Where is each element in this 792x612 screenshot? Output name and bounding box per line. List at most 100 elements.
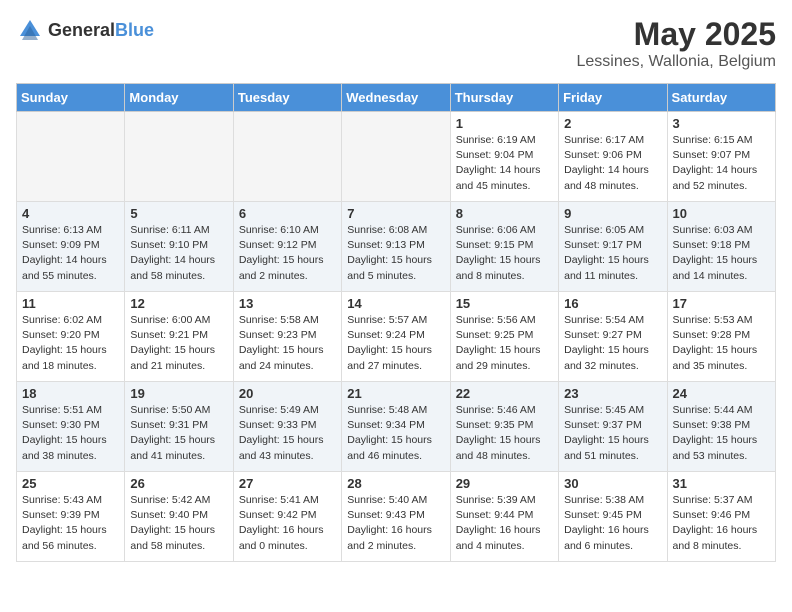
day-number: 17 bbox=[673, 296, 770, 311]
day-info: Sunrise: 5:40 AM Sunset: 9:43 PM Dayligh… bbox=[347, 493, 444, 554]
day-number: 7 bbox=[347, 206, 444, 221]
day-info: Sunrise: 6:00 AM Sunset: 9:21 PM Dayligh… bbox=[130, 313, 227, 374]
day-info: Sunrise: 5:48 AM Sunset: 9:34 PM Dayligh… bbox=[347, 403, 444, 464]
calendar-cell: 7 Sunrise: 6:08 AM Sunset: 9:13 PM Daylig… bbox=[342, 202, 450, 292]
calendar-cell: 29 Sunrise: 5:39 AM Sunset: 9:44 PM Dayli… bbox=[450, 472, 558, 562]
title-block: May 2025 Lessines, Wallonia, Belgium bbox=[577, 16, 777, 71]
calendar-cell: 2 Sunrise: 6:17 AM Sunset: 9:06 PM Daylig… bbox=[559, 112, 667, 202]
day-info: Sunrise: 6:19 AM Sunset: 9:04 PM Dayligh… bbox=[456, 133, 553, 194]
day-number: 31 bbox=[673, 476, 770, 491]
day-number: 26 bbox=[130, 476, 227, 491]
day-info: Sunrise: 5:57 AM Sunset: 9:24 PM Dayligh… bbox=[347, 313, 444, 374]
calendar-cell: 17 Sunrise: 5:53 AM Sunset: 9:28 PM Dayli… bbox=[667, 292, 775, 382]
day-info: Sunrise: 6:13 AM Sunset: 9:09 PM Dayligh… bbox=[22, 223, 119, 284]
main-title: May 2025 bbox=[577, 16, 777, 53]
calendar-cell: 19Sunrise: 5:50 AM Sunset: 9:31 PM Dayli… bbox=[125, 382, 233, 472]
calendar-cell: 21 Sunrise: 5:48 AM Sunset: 9:34 PM Dayli… bbox=[342, 382, 450, 472]
day-info: Sunrise: 5:39 AM Sunset: 9:44 PM Dayligh… bbox=[456, 493, 553, 554]
calendar-cell: 5Sunrise: 6:11 AM Sunset: 9:10 PM Daylig… bbox=[125, 202, 233, 292]
day-number: 16 bbox=[564, 296, 661, 311]
day-info: Sunrise: 5:37 AM Sunset: 9:46 PM Dayligh… bbox=[673, 493, 770, 554]
day-number: 30 bbox=[564, 476, 661, 491]
day-number: 15 bbox=[456, 296, 553, 311]
day-info: Sunrise: 6:11 AM Sunset: 9:10 PM Dayligh… bbox=[130, 223, 227, 284]
day-number: 18 bbox=[22, 386, 119, 401]
calendar-cell: 26 Sunrise: 5:42 AM Sunset: 9:40 PM Dayli… bbox=[125, 472, 233, 562]
weekday-header: Tuesday bbox=[233, 84, 341, 112]
day-info: Sunrise: 5:45 AM Sunset: 9:37 PM Dayligh… bbox=[564, 403, 661, 464]
logo-general: General bbox=[48, 20, 115, 40]
calendar-cell bbox=[233, 112, 341, 202]
day-info: Sunrise: 5:41 AM Sunset: 9:42 PM Dayligh… bbox=[239, 493, 336, 554]
day-number: 20 bbox=[239, 386, 336, 401]
day-number: 11 bbox=[22, 296, 119, 311]
day-number: 2 bbox=[564, 116, 661, 131]
day-number: 22 bbox=[456, 386, 553, 401]
day-info: Sunrise: 6:08 AM Sunset: 9:13 PM Dayligh… bbox=[347, 223, 444, 284]
day-number: 13 bbox=[239, 296, 336, 311]
calendar-cell: 16 Sunrise: 5:54 AM Sunset: 9:27 PM Dayli… bbox=[559, 292, 667, 382]
logo: GeneralBlue bbox=[16, 16, 154, 44]
day-info: Sunrise: 5:50 AM Sunset: 9:31 PM Dayligh… bbox=[130, 403, 227, 464]
weekday-header: Thursday bbox=[450, 84, 558, 112]
calendar-week-row: 1 Sunrise: 6:19 AM Sunset: 9:04 PM Daylig… bbox=[17, 112, 776, 202]
calendar-cell: 1 Sunrise: 6:19 AM Sunset: 9:04 PM Daylig… bbox=[450, 112, 558, 202]
calendar-cell: 13Sunrise: 5:58 AM Sunset: 9:23 PM Dayli… bbox=[233, 292, 341, 382]
calendar-cell: 24Sunrise: 5:44 AM Sunset: 9:38 PM Dayli… bbox=[667, 382, 775, 472]
weekday-header: Wednesday bbox=[342, 84, 450, 112]
day-number: 9 bbox=[564, 206, 661, 221]
weekday-header: Saturday bbox=[667, 84, 775, 112]
calendar-cell: 27 Sunrise: 5:41 AM Sunset: 9:42 PM Dayli… bbox=[233, 472, 341, 562]
day-info: Sunrise: 6:05 AM Sunset: 9:17 PM Dayligh… bbox=[564, 223, 661, 284]
day-info: Sunrise: 5:43 AM Sunset: 9:39 PM Dayligh… bbox=[22, 493, 119, 554]
calendar-cell: 10 Sunrise: 6:03 AM Sunset: 9:18 PM Dayli… bbox=[667, 202, 775, 292]
calendar-cell: 25 Sunrise: 5:43 AM Sunset: 9:39 PM Dayli… bbox=[17, 472, 125, 562]
weekday-header: Sunday bbox=[17, 84, 125, 112]
calendar-cell: 18 Sunrise: 5:51 AM Sunset: 9:30 PM Dayli… bbox=[17, 382, 125, 472]
day-number: 6 bbox=[239, 206, 336, 221]
day-number: 23 bbox=[564, 386, 661, 401]
calendar-cell: 6 Sunrise: 6:10 AM Sunset: 9:12 PM Daylig… bbox=[233, 202, 341, 292]
weekday-header-row: SundayMondayTuesdayWednesdayThursdayFrid… bbox=[17, 84, 776, 112]
day-number: 27 bbox=[239, 476, 336, 491]
calendar-cell: 23 Sunrise: 5:45 AM Sunset: 9:37 PM Dayli… bbox=[559, 382, 667, 472]
weekday-header: Friday bbox=[559, 84, 667, 112]
page-header: GeneralBlue May 2025 Lessines, Wallonia,… bbox=[16, 16, 776, 71]
day-info: Sunrise: 6:15 AM Sunset: 9:07 PM Dayligh… bbox=[673, 133, 770, 194]
calendar-cell: 28 Sunrise: 5:40 AM Sunset: 9:43 PM Dayli… bbox=[342, 472, 450, 562]
day-number: 29 bbox=[456, 476, 553, 491]
calendar-cell bbox=[17, 112, 125, 202]
day-number: 24 bbox=[673, 386, 770, 401]
calendar-week-row: 25 Sunrise: 5:43 AM Sunset: 9:39 PM Dayli… bbox=[17, 472, 776, 562]
calendar-cell: 15Sunrise: 5:56 AM Sunset: 9:25 PM Dayli… bbox=[450, 292, 558, 382]
day-info: Sunrise: 6:02 AM Sunset: 9:20 PM Dayligh… bbox=[22, 313, 119, 374]
day-number: 21 bbox=[347, 386, 444, 401]
calendar-cell: 9 Sunrise: 6:05 AM Sunset: 9:17 PM Daylig… bbox=[559, 202, 667, 292]
calendar-cell bbox=[342, 112, 450, 202]
calendar-cell: 11 Sunrise: 6:02 AM Sunset: 9:20 PM Dayli… bbox=[17, 292, 125, 382]
day-info: Sunrise: 6:03 AM Sunset: 9:18 PM Dayligh… bbox=[673, 223, 770, 284]
calendar-cell: 30Sunrise: 5:38 AM Sunset: 9:45 PM Dayli… bbox=[559, 472, 667, 562]
day-number: 1 bbox=[456, 116, 553, 131]
day-number: 12 bbox=[130, 296, 227, 311]
day-number: 10 bbox=[673, 206, 770, 221]
calendar-cell: 4Sunrise: 6:13 AM Sunset: 9:09 PM Daylig… bbox=[17, 202, 125, 292]
day-number: 28 bbox=[347, 476, 444, 491]
calendar-cell: 12 Sunrise: 6:00 AM Sunset: 9:21 PM Dayli… bbox=[125, 292, 233, 382]
subtitle: Lessines, Wallonia, Belgium bbox=[577, 53, 777, 71]
day-number: 14 bbox=[347, 296, 444, 311]
day-info: Sunrise: 6:17 AM Sunset: 9:06 PM Dayligh… bbox=[564, 133, 661, 194]
day-number: 25 bbox=[22, 476, 119, 491]
calendar-cell: 3Sunrise: 6:15 AM Sunset: 9:07 PM Daylig… bbox=[667, 112, 775, 202]
day-info: Sunrise: 6:10 AM Sunset: 9:12 PM Dayligh… bbox=[239, 223, 336, 284]
day-info: Sunrise: 5:53 AM Sunset: 9:28 PM Dayligh… bbox=[673, 313, 770, 374]
day-info: Sunrise: 5:51 AM Sunset: 9:30 PM Dayligh… bbox=[22, 403, 119, 464]
day-info: Sunrise: 5:54 AM Sunset: 9:27 PM Dayligh… bbox=[564, 313, 661, 374]
calendar-week-row: 18 Sunrise: 5:51 AM Sunset: 9:30 PM Dayli… bbox=[17, 382, 776, 472]
calendar-cell: 20Sunrise: 5:49 AM Sunset: 9:33 PM Dayli… bbox=[233, 382, 341, 472]
calendar-cell bbox=[125, 112, 233, 202]
weekday-header: Monday bbox=[125, 84, 233, 112]
logo-icon bbox=[16, 16, 44, 44]
day-info: Sunrise: 5:42 AM Sunset: 9:40 PM Dayligh… bbox=[130, 493, 227, 554]
calendar-week-row: 4Sunrise: 6:13 AM Sunset: 9:09 PM Daylig… bbox=[17, 202, 776, 292]
